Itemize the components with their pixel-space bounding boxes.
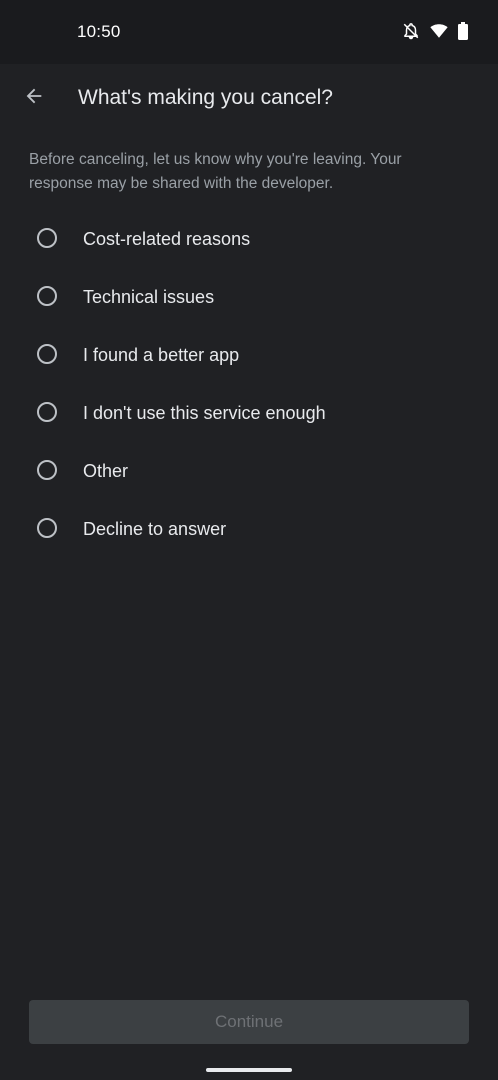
option-label: Cost-related reasons [83,229,251,249]
option-technical-issues[interactable]: Technical issues [0,269,498,327]
continue-button[interactable]: Continue [29,1000,469,1044]
battery-icon [458,22,468,40]
radio-button[interactable] [37,460,57,480]
option-label: I don't use this service enough [83,403,326,423]
page-title: What's making you cancel? [78,86,333,109]
radio-button[interactable] [37,344,57,364]
option-label: Decline to answer [83,519,227,539]
cancel-reason-options: Cost-related reasons Technical issues I … [0,211,498,559]
option-cost-related-reasons[interactable]: Cost-related reasons [0,211,498,269]
arrow-back-icon [23,85,45,112]
option-decline-to-answer[interactable]: Decline to answer [0,501,498,559]
home-indicator[interactable] [206,1068,292,1072]
radio-button[interactable] [37,286,57,306]
option-found-better-app[interactable]: I found a better app [0,327,498,385]
radio-button[interactable] [37,518,57,538]
radio-button[interactable] [37,402,57,422]
status-bar: 10:50 [0,0,498,64]
back-button[interactable] [14,78,54,118]
notifications-off-icon [402,22,420,40]
app-bar: What's making you cancel? [0,64,498,132]
option-label: I found a better app [83,345,240,365]
status-icons [402,22,468,40]
option-label: Other [83,461,129,481]
radio-button[interactable] [37,228,57,248]
status-time: 10:50 [77,22,121,41]
option-other[interactable]: Other [0,443,498,501]
option-dont-use-enough[interactable]: I don't use this service enough [0,385,498,443]
description-text: Before canceling, let us know why you're… [29,151,402,192]
wifi-icon [430,23,448,39]
option-label: Technical issues [83,287,215,307]
